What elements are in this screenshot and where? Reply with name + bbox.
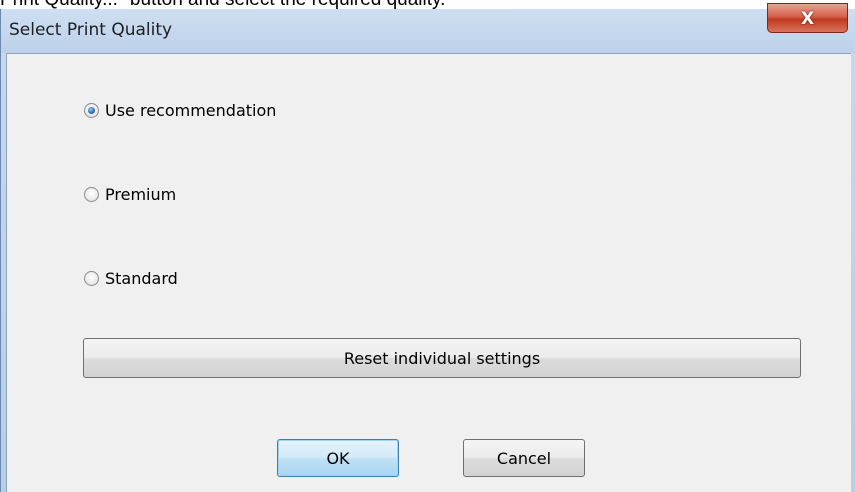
- dialog-window: Select Print Quality X Use recommendatio…: [0, 3, 855, 492]
- option-label[interactable]: Standard: [105, 269, 178, 288]
- option-premium[interactable]: Premium: [84, 183, 176, 205]
- cancel-button[interactable]: Cancel: [463, 439, 585, 477]
- dialog-client-area: Use recommendation Premium Standard Rese…: [6, 53, 851, 492]
- title-bar[interactable]: Select Print Quality: [1, 9, 855, 53]
- option-label[interactable]: Use recommendation: [105, 101, 276, 120]
- instruction-caption-text: Print Quality..." button and select the …: [0, 0, 445, 9]
- close-icon: X: [800, 9, 815, 29]
- option-use-recommendation[interactable]: Use recommendation: [84, 99, 276, 121]
- instruction-caption: Print Quality..." button and select the …: [0, 0, 855, 9]
- ok-button[interactable]: OK: [277, 439, 399, 477]
- radio-selected-icon[interactable]: [84, 102, 99, 118]
- dialog-title: Select Print Quality: [9, 20, 173, 40]
- close-button[interactable]: X: [767, 3, 848, 33]
- option-label[interactable]: Premium: [105, 185, 176, 204]
- option-standard[interactable]: Standard: [84, 267, 178, 289]
- reset-individual-settings-button[interactable]: Reset individual settings: [83, 338, 801, 378]
- radio-unselected-icon[interactable]: [84, 270, 99, 286]
- radio-unselected-icon[interactable]: [84, 186, 99, 202]
